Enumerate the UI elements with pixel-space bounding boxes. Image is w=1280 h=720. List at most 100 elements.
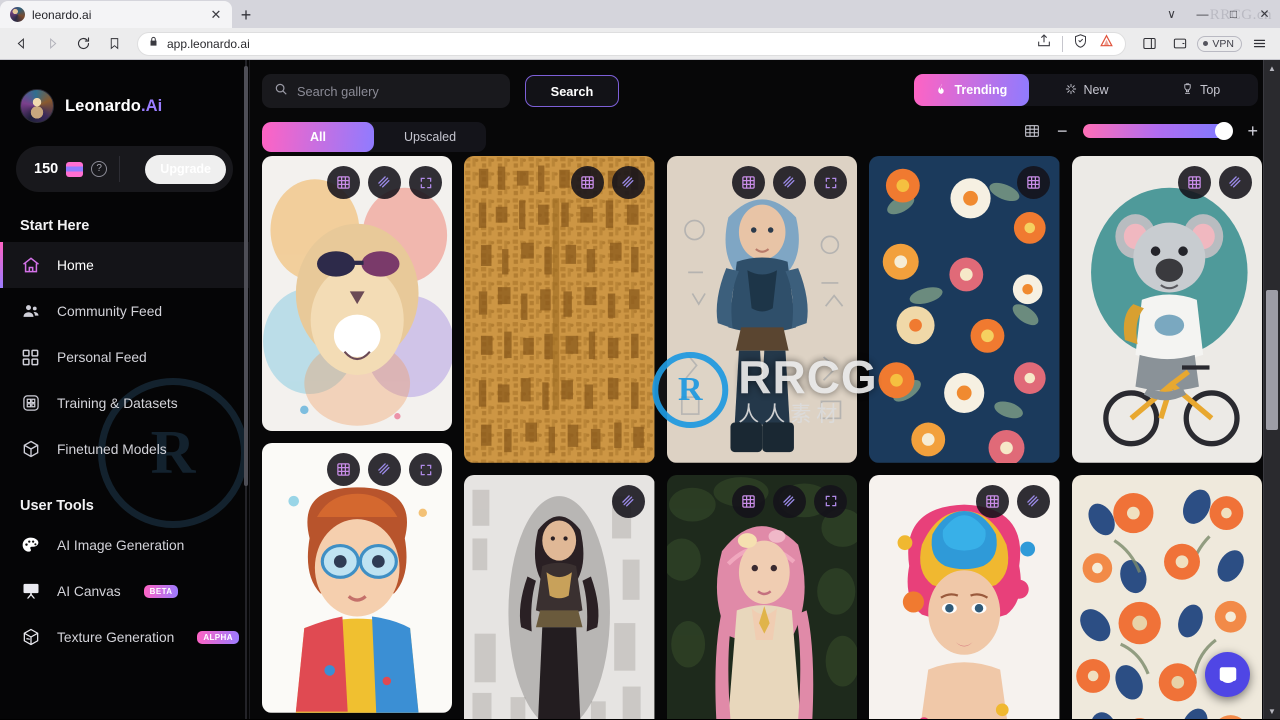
sidebar-item-texture-generation[interactable]: Texture Generation ALPHA [0,614,249,660]
intercom-chat-button[interactable] [1205,652,1250,697]
close-icon[interactable]: ✕ [208,7,224,23]
image-gallery [262,156,1262,719]
maximize-button[interactable]: □ [1218,0,1249,28]
chevron-down-icon[interactable]: ∨ [1156,0,1187,28]
zoom-in-button[interactable]: + [1247,122,1258,140]
expand-icon[interactable] [814,484,848,518]
brand-logo-link[interactable]: Leonardo.Ai [0,82,249,130]
zoom-out-button[interactable]: − [1057,122,1068,140]
remix-icon[interactable] [975,484,1009,518]
sidebar-panel-icon[interactable] [1135,31,1163,57]
gallery-card-koala-riding-bicycle[interactable] [1071,156,1262,463]
tab-new-label: New [1083,83,1109,97]
gallery-card-rainbow-hair-portrait[interactable] [869,474,1060,719]
card-actions [1177,166,1252,199]
share-icon[interactable] [1036,33,1052,54]
tab-new[interactable]: New [1029,74,1144,106]
card-image [869,156,1060,463]
expand-icon[interactable] [409,453,443,486]
tab-all[interactable]: All [262,122,374,152]
cube-icon [20,439,41,460]
variation-icon[interactable] [773,166,807,199]
gallery-card-pink-haired-elf-forest[interactable] [666,474,858,719]
sidebar-item-personal-feed[interactable]: Personal Feed [0,334,249,380]
remix-icon[interactable] [327,166,361,199]
credits-divider [119,156,121,182]
tab-upscaled[interactable]: Upscaled [374,122,486,152]
search-field-wrap[interactable] [262,74,510,108]
status-badge: ALPHA [197,630,239,644]
tab-trending[interactable]: Trending [914,74,1029,106]
remix-icon[interactable] [327,453,361,486]
remix-icon[interactable] [732,484,766,518]
remix-icon[interactable] [1177,166,1211,199]
variation-icon[interactable] [773,484,807,518]
variation-icon[interactable] [1218,166,1252,199]
variation-icon[interactable] [368,453,402,486]
page-scrollbar-thumb[interactable] [1266,290,1278,430]
scroll-up-arrow-icon[interactable]: ▲ [1264,60,1280,76]
tab-top[interactable]: Top [1143,74,1258,106]
sidebar-item-training-datasets[interactable]: Training & Datasets [0,380,249,426]
card-image [464,156,655,463]
remix-icon[interactable] [1016,166,1050,199]
minimize-button[interactable]: — [1187,0,1218,28]
gallery-card-girl-blue-glasses-colorful[interactable] [262,443,453,713]
credits-card: 150 ? Upgrade [16,146,233,192]
window-close-button[interactable]: ✕ [1249,0,1280,28]
home-icon [20,255,41,276]
sidebar-item-finetuned-models[interactable]: Finetuned Models [0,426,249,472]
variation-icon[interactable] [611,484,645,518]
sidebar-item-label: Training & Datasets [57,395,178,411]
vpn-toggle[interactable]: VPN [1197,35,1242,52]
question-mark-icon[interactable]: ? [91,161,108,177]
forward-button[interactable] [38,31,66,57]
remix-icon[interactable] [570,166,604,199]
address-bar[interactable]: app.leonardo.ai [137,31,1127,56]
trophy-icon [1181,82,1194,99]
gallery-card-dark-fantasy-character-sheet[interactable] [464,474,655,719]
sidebar-item-community-feed[interactable]: Community Feed [0,288,249,334]
scroll-down-arrow-icon[interactable]: ▼ [1264,703,1280,719]
bookmark-icon[interactable] [100,31,128,57]
grid-squares-icon [20,347,41,368]
sidebar-item-label: Home [57,257,94,273]
hamburger-menu-icon[interactable] [1245,31,1273,57]
gallery-card-blue-haired-warrior-woman[interactable] [666,156,858,463]
reload-button[interactable] [69,31,97,57]
search-input[interactable] [297,83,498,99]
card-actions [732,166,848,199]
tab-title: leonardo.ai [32,7,92,22]
upgrade-button[interactable]: Upgrade [145,154,226,184]
sidebar-item-ai-canvas[interactable]: AI Canvas BETA [0,568,249,614]
zoom-slider-knob[interactable] [1215,122,1234,140]
expand-icon[interactable] [409,166,443,199]
search-button[interactable]: Search [525,75,619,107]
variation-icon[interactable] [368,166,402,199]
flame-icon [935,82,948,99]
main-content: Search All Upscaled Trending New [250,60,1280,719]
gallery-card-orange-floral-pattern-navy[interactable] [869,156,1060,463]
card-actions [327,453,443,486]
remix-icon[interactable] [732,166,766,199]
sidebar-scrollbar-thumb[interactable] [244,66,248,486]
gallery-toolbar: Search All Upscaled Trending New [250,60,1280,156]
gallery-card-egyptian-hieroglyphs-papyrus[interactable] [464,156,655,463]
gallery-card-lion-sunglasses-watercolor[interactable] [262,156,453,431]
variation-icon[interactable] [611,166,645,199]
wallet-icon[interactable] [1166,31,1194,57]
zoom-controls: − + [1023,122,1258,140]
back-button[interactable] [7,31,35,57]
filter-tabs: All Upscaled [262,122,486,152]
new-tab-button[interactable]: + [232,2,260,28]
sidebar-item-home[interactable]: Home [0,242,249,288]
browser-tab[interactable]: leonardo.ai ✕ [0,1,232,28]
zoom-slider[interactable] [1083,122,1234,140]
grid-layout-icon[interactable] [1023,123,1041,139]
sidebar-item-ai-image-generation[interactable]: AI Image Generation [0,522,249,568]
expand-icon[interactable] [814,166,848,199]
brave-leo-icon[interactable] [1098,33,1115,54]
variation-icon[interactable] [1016,484,1050,518]
page-scrollbar[interactable]: ▲ ▼ [1263,60,1280,719]
brave-shield-icon[interactable] [1073,33,1088,54]
